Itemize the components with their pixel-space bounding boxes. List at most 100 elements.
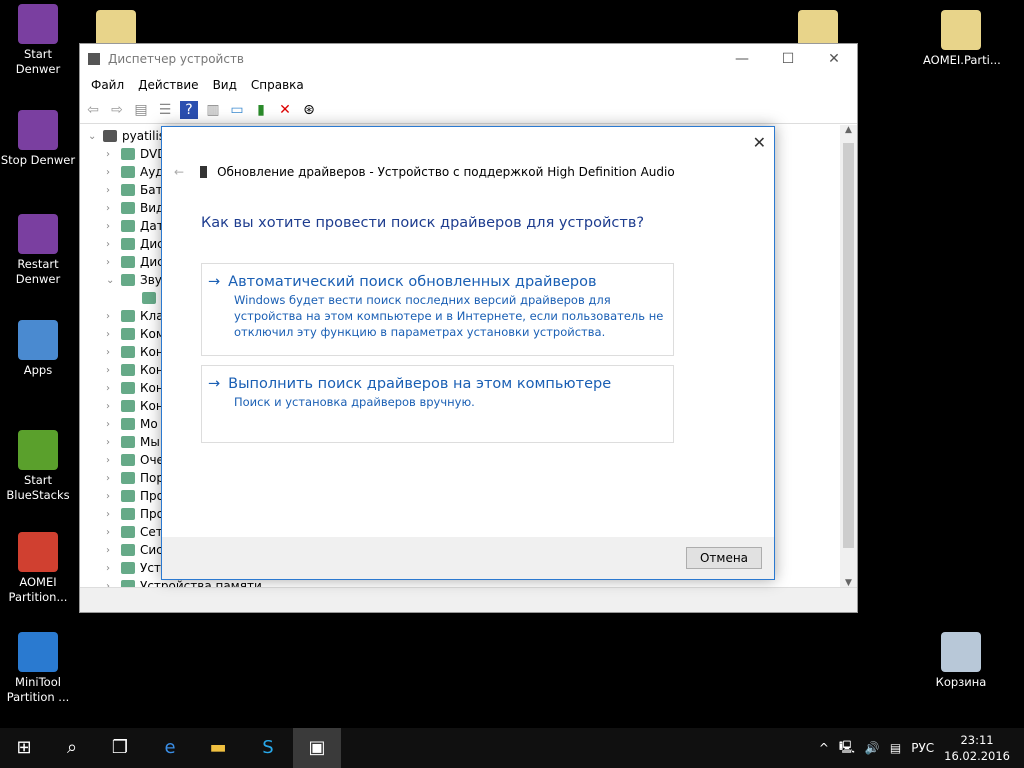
tree-item[interactable]: › Уст [106,559,161,577]
desktop-icon[interactable]: Apps [0,320,76,378]
tree-item[interactable]: › Ком [106,325,165,343]
chevron-right-icon[interactable]: › [106,383,116,394]
tree-item[interactable]: › Кон [106,361,164,379]
tree-item[interactable]: › Оче [106,451,164,469]
tree-item[interactable]: › Дат [106,217,164,235]
chevron-right-icon[interactable]: › [106,437,116,448]
tree-item[interactable]: › Про [106,487,164,505]
menu-action[interactable]: Действие [131,78,205,92]
chevron-right-icon[interactable]: › [106,473,116,484]
back-icon[interactable]: ⇦ [84,101,102,119]
file-explorer-icon[interactable]: ▬ [194,728,242,768]
chevron-right-icon[interactable]: › [106,185,116,196]
chevron-right-icon[interactable]: › [106,257,116,268]
notifications-icon[interactable]: ▤ [890,741,901,755]
chevron-right-icon[interactable]: › [106,455,116,466]
tree-item[interactable]: › Про [106,505,164,523]
chevron-up-icon[interactable]: ^ [819,741,829,755]
cancel-button[interactable]: Отмена [686,547,762,569]
tree-item[interactable]: › Кон [106,397,164,415]
tree-item[interactable]: › Мо [106,415,158,433]
chevron-right-icon[interactable]: › [106,329,116,340]
chevron-down-icon[interactable]: ⌄ [88,131,98,142]
auto-search-option[interactable]: → Автоматический поиск обновленных драйве… [201,263,674,356]
tree-item[interactable]: ⌄ Зву [106,271,162,289]
desktop-icon[interactable]: AOMEI.Parti... [923,10,1001,68]
scan-hardware-icon[interactable]: ▭ [228,101,246,119]
device-category-icon [121,346,135,358]
chevron-right-icon[interactable]: › [106,365,116,376]
menu-help[interactable]: Справка [244,78,311,92]
chevron-right-icon[interactable]: › [106,545,116,556]
network-icon[interactable]: 🖳 [839,738,855,759]
chevron-right-icon[interactable]: › [106,347,116,358]
tree-item[interactable]: › Дис [106,253,164,271]
vertical-scrollbar[interactable]: ▲ ▼ [840,125,857,588]
edge-icon[interactable]: e [146,728,194,768]
chevron-right-icon[interactable]: › [106,491,116,502]
desktop-icon[interactable]: Restart Denwer [0,214,76,287]
skype-icon[interactable]: S [244,728,292,768]
dialog-close-button[interactable]: ✕ [753,133,766,152]
scrollbar-thumb[interactable] [843,143,854,548]
tree-item[interactable]: › Ауд [106,163,164,181]
chevron-right-icon[interactable]: › [106,419,116,430]
desktop-icon[interactable]: Start BlueStacks [0,430,76,503]
back-arrow-icon[interactable]: ← [174,165,184,179]
tree-item[interactable]: › Сис [106,541,163,559]
menu-view[interactable]: Вид [206,78,244,92]
chevron-right-icon[interactable]: › [106,311,116,322]
chevron-right-icon[interactable]: › [106,401,116,412]
volume-icon[interactable]: 🔊 [865,741,880,755]
chevron-right-icon[interactable]: › [106,509,116,520]
tree-root[interactable]: ⌄ pyatilis [88,127,165,145]
forward-icon[interactable]: ⇨ [108,101,126,119]
uninstall-icon[interactable]: ✕ [276,101,294,119]
help-icon[interactable]: ? [180,100,198,119]
chevron-right-icon[interactable]: › [106,203,116,214]
tree-item[interactable]: › Дис [106,235,164,253]
tree-item[interactable]: › Кла [106,307,164,325]
tree-item[interactable]: › Кон [106,343,164,361]
properties-icon[interactable]: ▤ [132,101,150,119]
desktop-icon[interactable]: Stop Denwer [0,110,76,168]
device-category-icon [121,202,135,214]
chevron-right-icon[interactable]: › [106,527,116,538]
view-icon[interactable]: ▥ [204,101,222,119]
menu-file[interactable]: Файл [84,78,131,92]
chevron-right-icon[interactable]: › [106,563,116,574]
device-manager-task-icon[interactable]: ▣ [293,728,341,768]
start-button[interactable]: ⊞ [0,728,48,768]
maximize-button[interactable]: ☐ [765,44,811,74]
language-indicator[interactable]: РУС [911,741,934,755]
tree-item[interactable]: › Бат [106,181,163,199]
update-driver-icon[interactable]: ▮ [252,101,270,119]
list-icon[interactable]: ☰ [156,101,174,119]
minimize-button[interactable]: — [719,44,765,74]
desktop-icon[interactable]: Корзина [923,632,999,690]
clock[interactable]: 23:11 16.02.2016 [944,732,1010,764]
chevron-right-icon[interactable]: › [106,221,116,232]
tree-item[interactable]: › Мы [106,433,160,451]
close-button[interactable]: ✕ [811,44,857,74]
desktop-icon-image [18,110,58,150]
desktop-icon[interactable]: MiniTool Partition ... [0,632,76,705]
tree-item-label: Бат [140,183,163,197]
tree-item[interactable]: › Сет [106,523,163,541]
chevron-right-icon[interactable]: › [106,167,116,178]
manual-search-option[interactable]: → Выполнить поиск драйверов на этом компь… [201,365,674,443]
task-view-icon[interactable]: ❐ [96,728,144,768]
tree-item[interactable] [142,289,161,307]
chevron-down-icon[interactable]: ⌄ [106,275,116,286]
tree-item[interactable]: › DVD [106,145,166,163]
search-icon[interactable]: ⌕ [48,728,96,768]
desktop-icon-image [18,320,58,360]
tree-item[interactable]: › Пор [106,469,164,487]
chevron-right-icon[interactable]: › [106,239,116,250]
disable-device-icon[interactable]: ⊛ [300,101,318,119]
desktop-icon[interactable]: Start Denwer [0,4,76,77]
chevron-right-icon[interactable]: › [106,149,116,160]
tree-item[interactable]: › Кон [106,379,164,397]
tree-item[interactable]: › Вид [106,199,164,217]
desktop-icon[interactable]: AOMEI Partition... [0,532,76,605]
